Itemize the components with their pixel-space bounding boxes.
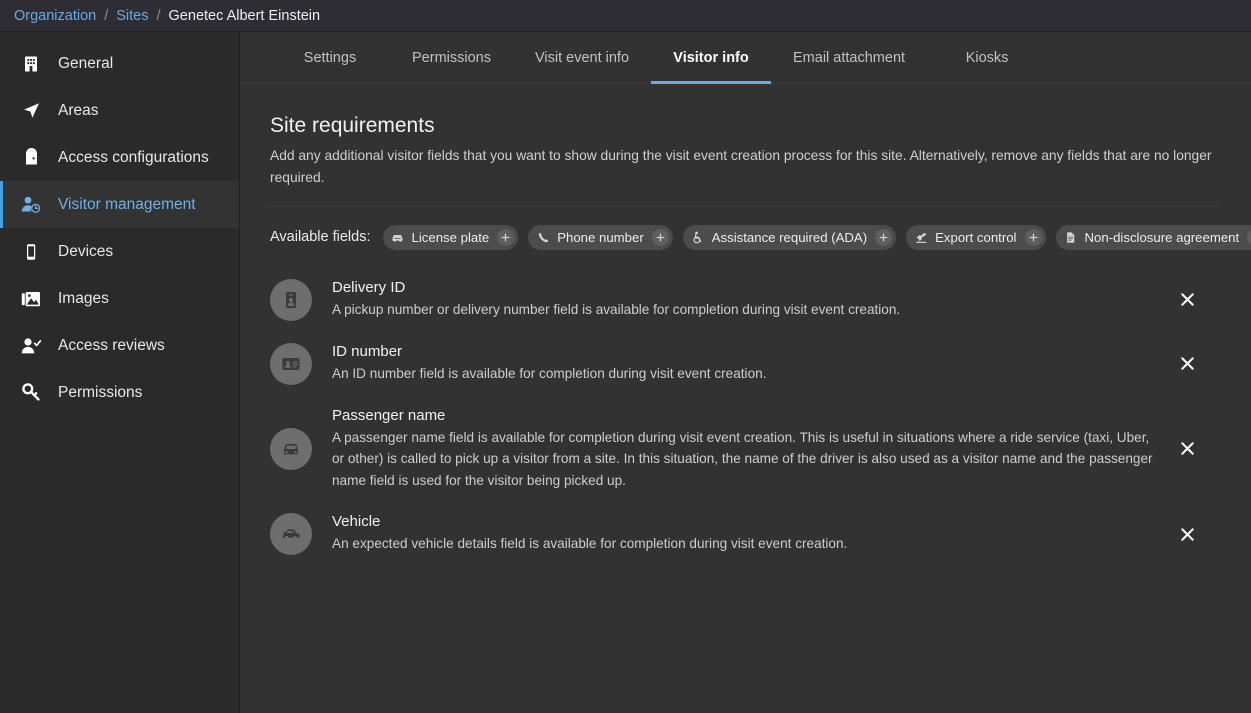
field-text: Passenger name A passenger name field is… [332, 407, 1156, 491]
tab-permissions[interactable]: Permissions [390, 32, 513, 83]
sidebar-item-label: Devices [58, 243, 113, 261]
field-description: A pickup number or delivery number field… [332, 299, 1156, 320]
field-row-vehicle: Vehicle An expected vehicle details fiel… [270, 502, 1221, 566]
tab-kiosks[interactable]: Kiosks [927, 32, 1047, 83]
field-name: ID number [332, 343, 1156, 360]
tab-email-attachment[interactable]: Email attachment [771, 32, 927, 83]
chip-non-disclosure-agreement[interactable]: Non-disclosure agreement [1056, 225, 1251, 250]
id-card-icon [270, 343, 312, 385]
navigation-arrow-icon [18, 99, 44, 123]
chip-license-plate[interactable]: License plate [383, 225, 519, 250]
photo-stack-icon [18, 287, 44, 311]
sidebar-item-label: Access reviews [58, 337, 165, 355]
remove-field-button[interactable] [1170, 517, 1204, 551]
field-description: An ID number field is available for comp… [332, 363, 1156, 384]
field-description: An expected vehicle details field is ava… [332, 533, 1156, 554]
available-fields-label: Available fields: [270, 229, 371, 245]
field-name: Passenger name [332, 407, 1156, 424]
field-name: Delivery ID [332, 279, 1156, 296]
person-check-icon [18, 334, 44, 358]
body-split: General Areas Access configurations [0, 32, 1251, 713]
remove-field-button[interactable] [1170, 432, 1204, 466]
wheelchair-icon [691, 230, 705, 244]
sidebar: General Areas Access configurations [0, 32, 240, 713]
building-icon [18, 52, 44, 76]
key-icon [18, 381, 44, 405]
sidebar-item-visitor-management[interactable]: Visitor management [0, 181, 239, 228]
taxi-front-icon [270, 428, 312, 470]
main-content: Settings Permissions Visit event info Vi… [240, 32, 1251, 713]
field-text: ID number An ID number field is availabl… [332, 343, 1156, 384]
sidebar-item-images[interactable]: Images [0, 275, 239, 322]
chip-label: Phone number [557, 230, 644, 245]
door-icon [18, 146, 44, 170]
sidebar-item-label: Access configurations [58, 149, 209, 167]
field-row-delivery-id: Delivery ID A pickup number or delivery … [270, 268, 1221, 332]
sidebar-item-devices[interactable]: Devices [0, 228, 239, 275]
field-row-passenger-name: Passenger name A passenger name field is… [270, 396, 1221, 502]
app-root: Organization / Sites / Genetec Albert Ei… [0, 0, 1251, 713]
airplane-takeoff-icon [914, 230, 928, 244]
visitor-info-panel: Site requirements Add any additional vis… [240, 84, 1251, 713]
add-field-icon[interactable] [1247, 229, 1251, 246]
section-description: Add any additional visitor fields that y… [270, 145, 1221, 207]
add-field-icon[interactable] [875, 229, 892, 246]
remove-field-button[interactable] [1170, 347, 1204, 381]
field-name: Vehicle [332, 513, 1156, 530]
remove-field-button[interactable] [1170, 283, 1204, 317]
breadcrumb-separator-2: / [157, 8, 161, 24]
document-icon [1064, 230, 1078, 244]
car-icon [391, 230, 405, 244]
car-side-icon [270, 513, 312, 555]
mobile-phone-icon [18, 240, 44, 264]
sidebar-item-label: Visitor management [58, 196, 196, 214]
field-text: Delivery ID A pickup number or delivery … [332, 279, 1156, 320]
add-field-icon[interactable] [652, 229, 669, 246]
sidebar-item-label: General [58, 55, 113, 73]
sidebar-item-label: Images [58, 290, 109, 308]
sidebar-item-areas[interactable]: Areas [0, 87, 239, 134]
chip-label: Assistance required (ADA) [712, 230, 867, 245]
tab-settings[interactable]: Settings [270, 32, 390, 83]
breadcrumb-separator-1: / [104, 8, 108, 24]
sidebar-item-label: Areas [58, 102, 99, 120]
sidebar-item-label: Permissions [58, 384, 142, 402]
add-field-icon[interactable] [1025, 229, 1042, 246]
tab-visit-event-info[interactable]: Visit event info [513, 32, 651, 83]
field-description: A passenger name field is available for … [332, 427, 1156, 491]
id-badge-icon [270, 279, 312, 321]
field-text: Vehicle An expected vehicle details fiel… [332, 513, 1156, 554]
sidebar-item-access-configurations[interactable]: Access configurations [0, 134, 239, 181]
field-row-id-number: ID number An ID number field is availabl… [270, 332, 1221, 396]
chip-phone-number[interactable]: Phone number [528, 225, 673, 250]
breadcrumb-organization[interactable]: Organization [14, 8, 96, 24]
chip-label: Export control [935, 230, 1016, 245]
page-title: Site requirements [270, 114, 1221, 138]
tab-bar: Settings Permissions Visit event info Vi… [240, 32, 1251, 84]
sidebar-item-access-reviews[interactable]: Access reviews [0, 322, 239, 369]
phone-icon [536, 230, 550, 244]
sidebar-item-permissions[interactable]: Permissions [0, 369, 239, 416]
available-fields-row: Available fields: License plate [270, 225, 1221, 250]
field-list: Delivery ID A pickup number or delivery … [270, 268, 1221, 566]
chip-label: License plate [412, 230, 490, 245]
chip-label: Non-disclosure agreement [1085, 230, 1240, 245]
person-clock-icon [18, 193, 44, 217]
breadcrumb-current: Genetec Albert Einstein [169, 8, 321, 24]
breadcrumb-sites[interactable]: Sites [116, 8, 148, 24]
chip-export-control[interactable]: Export control [906, 225, 1045, 250]
chip-assistance-required-ada[interactable]: Assistance required (ADA) [683, 225, 896, 250]
sidebar-item-general[interactable]: General [0, 40, 239, 87]
tab-visitor-info[interactable]: Visitor info [651, 32, 771, 83]
breadcrumb: Organization / Sites / Genetec Albert Ei… [0, 0, 1251, 32]
add-field-icon[interactable] [497, 229, 514, 246]
